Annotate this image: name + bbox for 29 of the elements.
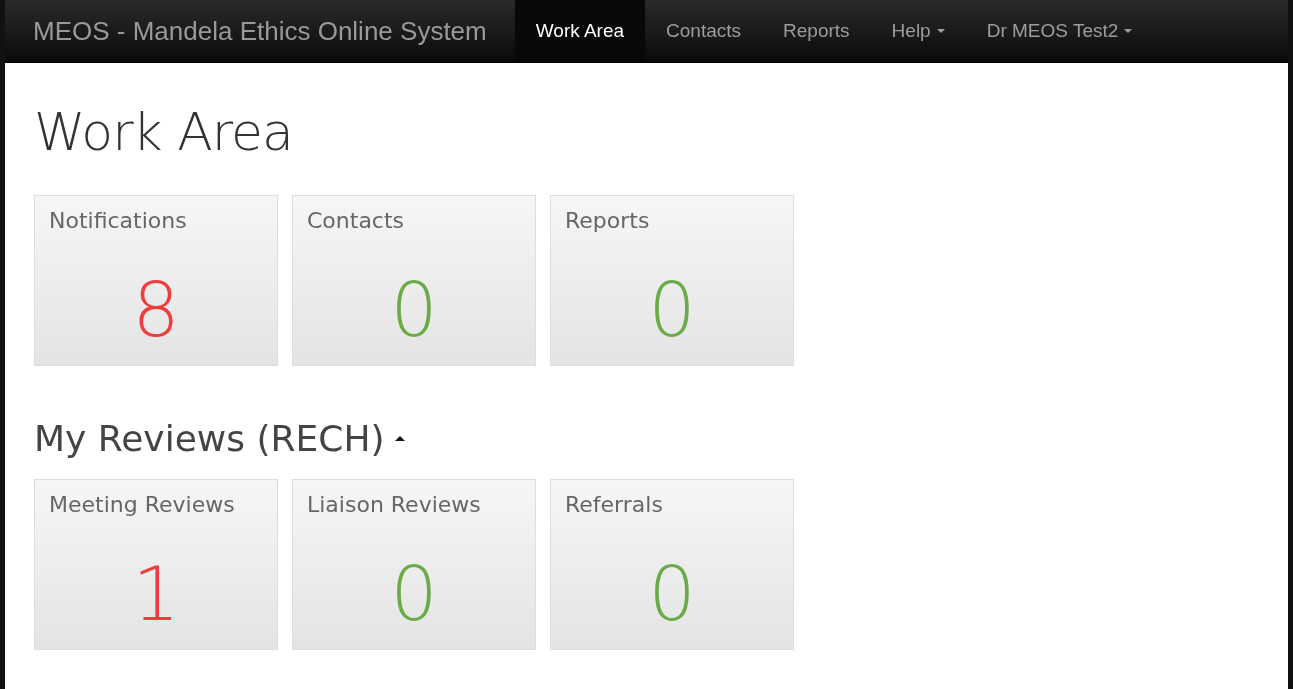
tile-count: 0 — [390, 557, 438, 632]
page-title: Work Area — [34, 101, 294, 164]
summary-tile[interactable]: Contacts 0 — [292, 195, 536, 367]
nav-dropdown[interactable]: Help — [870, 0, 966, 62]
tile-count: 0 — [390, 273, 438, 348]
caret-icon — [1124, 29, 1133, 33]
tile-label: Reports — [565, 208, 650, 234]
brand-title[interactable]: MEOS - Mandela Ethics Online System — [5, 15, 515, 47]
tile-label: Liaison Reviews — [307, 492, 481, 518]
tile-count: 8 — [132, 273, 180, 348]
summary-tile[interactable]: Liaison Reviews 0 — [292, 479, 536, 651]
tile-count: 1 — [132, 557, 180, 632]
tile-label: Notifications — [49, 208, 187, 234]
nav-link[interactable]: Reports — [762, 0, 871, 62]
nav-link[interactable]: Work Area — [514, 0, 646, 62]
tile-label: Referrals — [565, 492, 663, 518]
tile-label: Meeting Reviews — [49, 492, 235, 518]
summary-tile[interactable]: Referrals 0 — [550, 479, 794, 651]
summary-tile[interactable]: Notifications 8 — [34, 195, 278, 367]
summary-tile[interactable]: Reports 0 — [550, 195, 794, 367]
summary-tile[interactable]: Meeting Reviews 1 — [34, 479, 278, 651]
tile-label: Contacts — [307, 208, 405, 234]
caret-icon[interactable] — [394, 436, 405, 442]
nav-link[interactable]: Contacts — [645, 0, 763, 62]
tile-count: 0 — [648, 273, 696, 348]
tile-count: 0 — [648, 557, 696, 632]
nav-dropdown[interactable]: Dr MEOS Test2 — [965, 0, 1154, 62]
section-heading: My Reviews (RECH) — [34, 418, 385, 460]
caret-icon — [936, 29, 945, 33]
